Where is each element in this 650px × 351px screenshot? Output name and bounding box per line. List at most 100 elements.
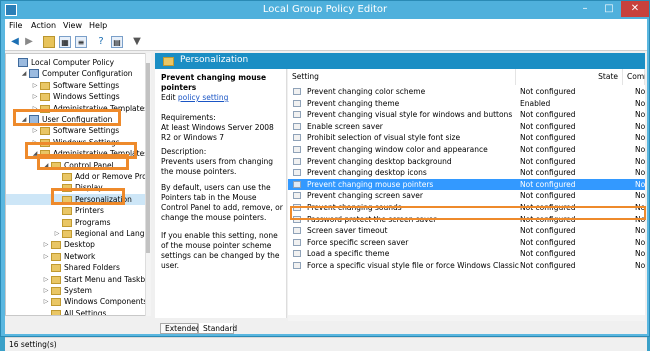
requirements-label: Requirements: — [161, 113, 216, 122]
collapsed-arrow-icon[interactable]: ▷ — [32, 91, 38, 102]
setting-row[interactable]: Prevent changing desktop icons Not config… — [288, 167, 645, 178]
list-horizontal-scrollbar[interactable] — [288, 315, 645, 321]
back-arrow-icon[interactable]: ◀ — [9, 36, 21, 48]
highlight-personalization — [51, 188, 125, 205]
collapsed-arrow-icon[interactable]: ▷ — [43, 274, 49, 285]
tree-item[interactable]: ▷ Windows Settings — [6, 91, 146, 102]
view-icon[interactable]: ▤ — [111, 36, 123, 48]
folder-icon — [62, 230, 72, 238]
setting-row[interactable]: Screen saver timeout Not configured No — [288, 225, 645, 236]
requirements-text: At least Windows Server 2008 R2 or Windo… — [161, 123, 274, 142]
collapsed-arrow-icon[interactable]: ▷ — [43, 296, 49, 307]
maximize-button[interactable]: □ — [597, 1, 621, 17]
filter-icon[interactable]: ▼ — [131, 36, 143, 48]
setting-comment: No — [635, 191, 645, 201]
menu-view[interactable]: View — [63, 21, 82, 30]
status-text: 16 setting(s) — [9, 340, 57, 349]
setting-row[interactable]: Prevent changing desktop background Not c… — [288, 156, 645, 167]
policy-setting-icon — [293, 157, 301, 165]
show-hide-tree-icon[interactable]: ▦ — [59, 36, 71, 48]
setting-comment: No — [635, 261, 645, 270]
expanded-arrow-icon[interactable]: ◢ — [21, 68, 27, 79]
menu-action[interactable]: Action — [31, 21, 56, 30]
collapsed-arrow-icon[interactable]: ▷ — [43, 251, 49, 262]
help-icon[interactable]: ? — [95, 36, 107, 48]
tree-item[interactable]: All Settings — [6, 308, 146, 315]
menu-file[interactable]: File — [9, 21, 22, 30]
setting-state: Not configured — [520, 156, 576, 166]
setting-name: Force specific screen saver — [307, 237, 409, 247]
tree-item[interactable]: Local Computer Policy — [6, 57, 146, 68]
tree-item[interactable]: ▷ Start Menu and Taskbar — [6, 274, 150, 285]
toolbar: ◀ ▶ ▦ ≡ ? ▤ ▼ — [5, 33, 647, 51]
edit-policy-link[interactable]: policy setting — [178, 93, 228, 102]
policy-setting-icon — [293, 111, 301, 119]
window-title: Local Group Policy Editor — [262, 4, 388, 15]
setting-row[interactable]: Prevent changing color scheme Not configu… — [288, 86, 645, 97]
folder-icon — [51, 287, 61, 295]
setting-name: Prevent changing color scheme — [307, 87, 426, 96]
setting-row[interactable]: Enable screen saver Not configured No — [288, 121, 645, 132]
minimize-button[interactable]: – — [573, 1, 597, 17]
tree-item[interactable]: Shared Folders — [6, 262, 146, 273]
tab-standard[interactable]: Standard — [198, 323, 237, 334]
highlight-user-configuration — [13, 109, 121, 126]
tree-item[interactable]: ▷ Regional and Languag — [6, 228, 150, 239]
policy-setting-icon — [293, 169, 301, 177]
folder-icon — [51, 241, 61, 250]
setting-row[interactable]: Force a specific visual style file or fo… — [288, 260, 645, 271]
collapsed-arrow-icon[interactable]: ▷ — [43, 239, 49, 250]
setting-comment: No — [635, 156, 645, 166]
highlight-control-panel — [37, 154, 129, 170]
close-button[interactable]: ✕ — [621, 1, 649, 17]
collapsed-arrow-icon[interactable]: ▷ — [43, 285, 49, 296]
tree-item-label: Local Computer Policy — [31, 58, 115, 67]
tab-extended[interactable]: Extended — [160, 323, 201, 334]
policy-setting-icon — [293, 88, 301, 95]
setting-row[interactable]: Prevent changing mouse pointers Not confi… — [288, 178, 645, 190]
up-folder-icon[interactable] — [43, 36, 55, 48]
tree-item[interactable]: ◢ Computer Configuration — [6, 68, 146, 79]
setting-row[interactable]: Prevent changing screen saver Not configu… — [288, 190, 645, 201]
collapsed-arrow-icon[interactable]: ▷ — [32, 125, 38, 136]
tree-item-label: Start Menu and Taskbar — [64, 274, 151, 284]
tree-item[interactable]: ▷ Network — [6, 251, 146, 262]
tree-scroll-thumb[interactable] — [146, 63, 150, 253]
folder-icon — [51, 298, 61, 307]
column-comment[interactable]: Comme — [623, 69, 645, 85]
tree-item[interactable]: ▷ System — [6, 285, 146, 296]
description-pane: Prevent changing mouse pointers Edit pol… — [155, 69, 287, 318]
tree-item-label: Desktop — [64, 240, 95, 250]
setting-row[interactable]: Prohibit selection of visual style font … — [288, 132, 645, 143]
console-tree: Local Computer Policy ◢ Computer Configura… — [5, 53, 151, 316]
setting-row[interactable]: Prevent changing visual style for window… — [288, 109, 645, 120]
setting-row[interactable]: Load a specific theme Not configured No — [288, 248, 645, 259]
column-state[interactable]: State — [516, 69, 623, 85]
tree-item[interactable]: ▷ Software Settings — [6, 125, 146, 136]
forward-arrow-icon[interactable]: ▶ — [23, 36, 35, 48]
setting-state: Not configured — [520, 261, 576, 270]
collapsed-arrow-icon[interactable]: ▷ — [54, 228, 60, 239]
setting-state: Not configured — [520, 168, 576, 178]
policy-setting-icon — [293, 227, 301, 235]
folder-icon — [40, 81, 50, 90]
tree-item-label: System — [64, 286, 92, 295]
tree-item[interactable]: ▷ Software Settings — [6, 80, 146, 91]
collapsed-arrow-icon[interactable]: ▷ — [32, 80, 38, 91]
setting-comment: No — [635, 98, 645, 108]
title-bar: Local Group Policy Editor – □ ✕ — [1, 1, 649, 19]
folder-icon — [40, 127, 50, 136]
properties-icon[interactable]: ≡ — [75, 36, 87, 48]
tree-item[interactable]: ▷ Desktop — [6, 239, 146, 250]
tree-item[interactable]: Programs — [6, 217, 146, 228]
tree-item[interactable]: ▷ Windows Components — [6, 296, 147, 307]
menu-help[interactable]: Help — [89, 21, 107, 30]
setting-row[interactable]: Prevent changing window color and appear… — [288, 144, 645, 155]
setting-row[interactable]: Prevent changing theme Enabled No — [288, 98, 645, 109]
tree-item[interactable]: Printers — [6, 205, 146, 216]
folder-icon — [62, 207, 72, 216]
setting-row[interactable]: Force specific screen saver Not configure… — [288, 237, 645, 248]
column-setting[interactable]: Setting — [288, 69, 516, 85]
tree-item[interactable]: Add or Remove Progr — [6, 171, 150, 182]
folder-icon — [62, 218, 72, 227]
